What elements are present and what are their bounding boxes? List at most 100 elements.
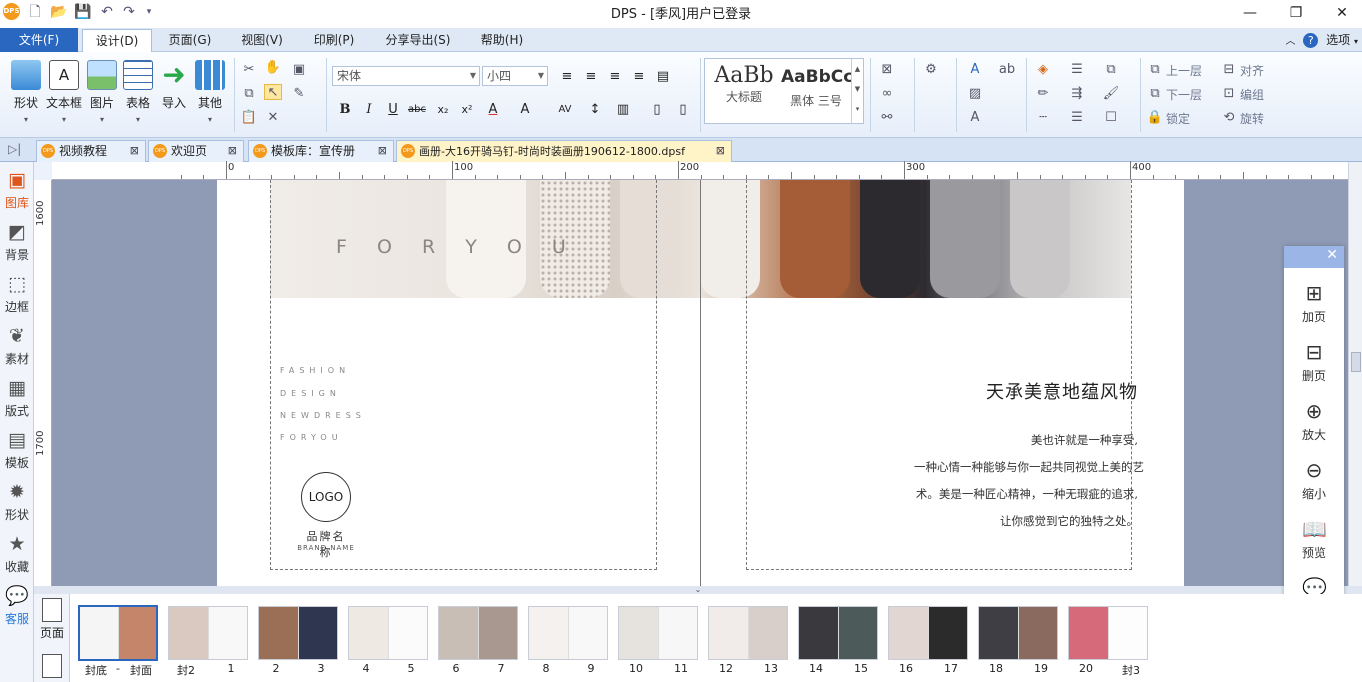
paragraph-line[interactable]: 术。美是一种匠心精神，一种无瑕疵的追求,	[916, 486, 1138, 502]
shape-button[interactable]: 形状 ▾	[6, 58, 46, 134]
rotate-button[interactable]: 旋转	[1240, 110, 1264, 127]
close-button[interactable]: ✕	[1330, 4, 1354, 22]
superscript-icon[interactable]: x²	[456, 98, 478, 120]
align-center-icon[interactable]: ≡	[580, 65, 602, 87]
fill-color-icon[interactable]: ◈	[1034, 62, 1052, 78]
distribute-icon[interactable]: ▤	[652, 65, 674, 87]
panel-toggle-icon[interactable]: ▷|	[8, 142, 21, 156]
shape-effect-icon[interactable]: ⧉	[1102, 62, 1120, 78]
chart-icon[interactable]: ▨	[966, 86, 984, 102]
maximize-button[interactable]: ❐	[1284, 4, 1308, 22]
vertical-scrollbar[interactable]	[1348, 162, 1362, 586]
page-thumbnail[interactable]	[798, 606, 878, 660]
page-list-button[interactable]	[36, 654, 68, 680]
menu-page[interactable]: 页面(G)	[160, 28, 220, 52]
minimize-button[interactable]: —	[1238, 4, 1262, 22]
collapse-ribbon-icon[interactable]: ︿	[1285, 36, 1295, 47]
tab-active-document[interactable]: DPS 画册-大16开骑马钉-时尚时装画册190612-1800.dpsf ⊠	[396, 140, 732, 162]
design-canvas[interactable]: F O R Y O U FASHION DESIGN NEWDRESS FORY…	[52, 180, 1348, 586]
zoom-in-button[interactable]: ⊕ 放大	[1284, 390, 1344, 448]
send-backward-icon[interactable]: ⧉	[1146, 86, 1164, 102]
tab-close-icon[interactable]: ⊠	[378, 141, 387, 161]
template-button[interactable]: ▤ 模板	[0, 424, 34, 476]
paste-icon[interactable]: 📋	[240, 110, 258, 126]
link-icon[interactable]: ∞	[878, 86, 896, 102]
underline-icon[interactable]: U	[382, 98, 404, 120]
gallery-button[interactable]: ▣ 图库	[0, 164, 34, 216]
align-left-icon[interactable]: ≡	[556, 65, 578, 87]
bring-forward-button[interactable]: 上一层	[1166, 62, 1202, 79]
tab-close-icon[interactable]: ⊠	[130, 141, 139, 161]
options-button[interactable]: 选项	[1326, 33, 1350, 47]
import-button[interactable]: ➜ 导入	[154, 58, 194, 134]
style-big-title[interactable]: AaBb 大标题	[709, 63, 779, 105]
text-direction-alt-icon[interactable]: ▯	[672, 98, 694, 120]
delete-page-button[interactable]: ⊟ 删页	[1284, 331, 1344, 389]
font-size-select[interactable]: 小四 ▼	[482, 66, 548, 86]
page-thumbnail[interactable]	[168, 606, 248, 660]
menu-file[interactable]: 文件(F)	[0, 28, 78, 52]
right-page-heading[interactable]: 天承美意地蕴风物	[986, 378, 1138, 404]
add-page-button[interactable]: ⊞ 加页	[1284, 272, 1344, 330]
send-backward-button[interactable]: 下一层	[1166, 86, 1202, 103]
menu-view[interactable]: 视图(V)	[232, 28, 292, 52]
menu-print[interactable]: 印刷(P)	[304, 28, 364, 52]
lock-button[interactable]: 锁定	[1166, 110, 1190, 127]
bring-forward-icon[interactable]: ⧉	[1146, 62, 1164, 78]
select-pointer-icon[interactable]: ↖	[264, 84, 282, 100]
image-button[interactable]: 图片 ▾	[82, 58, 122, 134]
unlink-icon[interactable]: ⚯	[878, 110, 896, 126]
preview-button[interactable]: 📖 预览	[1284, 508, 1344, 566]
close-icon[interactable]: ✕	[1326, 247, 1338, 263]
format-painter-icon[interactable]: 🖌	[1102, 86, 1120, 102]
page-thumbnail[interactable]	[978, 606, 1058, 660]
font-color-icon[interactable]: A	[482, 98, 504, 120]
styles-scroll[interactable]: ▲ ▼ ▾	[851, 59, 863, 123]
image-tool-icon[interactable]: ▣	[290, 62, 308, 78]
spaced-text-line[interactable]: FASHION	[280, 366, 350, 375]
paragraph-line[interactable]: 美也许就是一种享受,	[1031, 432, 1138, 448]
justify-icon[interactable]: ≡	[628, 65, 650, 87]
rotate-icon[interactable]: ⟲	[1220, 110, 1238, 126]
tab-template-library[interactable]: DPS 模板库：宣传册 ⊠	[248, 140, 394, 162]
menu-design[interactable]: 设计(D)	[82, 29, 152, 53]
page-thumbnail[interactable]	[438, 606, 518, 660]
group-icon[interactable]: ⊡	[1220, 86, 1238, 102]
page-thumbnail[interactable]	[888, 606, 968, 660]
paragraph-line[interactable]: 一种心情一种能够与你一起共同视觉上美的艺	[914, 459, 1144, 475]
bold-icon[interactable]: B	[334, 98, 356, 120]
font-size-up-icon[interactable]: A	[514, 98, 536, 120]
page-thumbnail[interactable]	[1068, 606, 1148, 660]
subscript-icon[interactable]: x₂	[432, 98, 454, 120]
italic-icon[interactable]: I	[358, 98, 380, 120]
font-name-select[interactable]: 宋体 ▼	[332, 66, 480, 86]
dash-style-icon[interactable]: ┄	[1034, 110, 1052, 126]
settings-gear-icon[interactable]: ⚙	[922, 62, 940, 78]
textbox-button[interactable]: A 文本框 ▾	[44, 58, 84, 134]
page-thumbnail[interactable]	[618, 606, 698, 660]
spaced-text-line[interactable]: FORYOU	[280, 433, 343, 442]
page-thumbnail[interactable]	[348, 606, 428, 660]
text-direction-icon[interactable]: ▯	[646, 98, 668, 120]
frame-tool-icon[interactable]: ⊠	[878, 62, 896, 78]
brand-name-en[interactable]: BRAND NAME	[291, 544, 361, 552]
columns-icon[interactable]: ▥	[612, 98, 634, 120]
spaced-text-line[interactable]: DESIGN	[280, 389, 341, 398]
paragraph-line[interactable]: 让你感觉到它的独特之处。	[1000, 513, 1138, 529]
border-box-icon[interactable]: ☐	[1102, 110, 1120, 126]
page-thumbnail[interactable]	[258, 606, 338, 660]
line-spacing-icon[interactable]: ↕	[584, 98, 606, 120]
align-button[interactable]: 对齐	[1240, 62, 1264, 79]
copy-icon[interactable]: ⧉	[240, 86, 258, 102]
tab-welcome[interactable]: DPS 欢迎页 ⊠	[148, 140, 244, 162]
text-effect-icon[interactable]: A	[966, 62, 984, 78]
favorites-button[interactable]: ★ 收藏	[0, 528, 34, 580]
shape-panel-button[interactable]: ✹ 形状	[0, 476, 34, 528]
other-button[interactable]: 其他 ▾	[190, 58, 230, 134]
align-right-icon[interactable]: ≡	[604, 65, 626, 87]
text-shadow-icon[interactable]: A	[966, 110, 984, 126]
help-icon[interactable]: ?	[1303, 33, 1319, 48]
arrow-style-icon[interactable]: ⇶	[1068, 86, 1086, 102]
format-brush-icon[interactable]: ✎	[290, 86, 308, 102]
line-style-icon[interactable]: ☰	[1068, 62, 1086, 78]
